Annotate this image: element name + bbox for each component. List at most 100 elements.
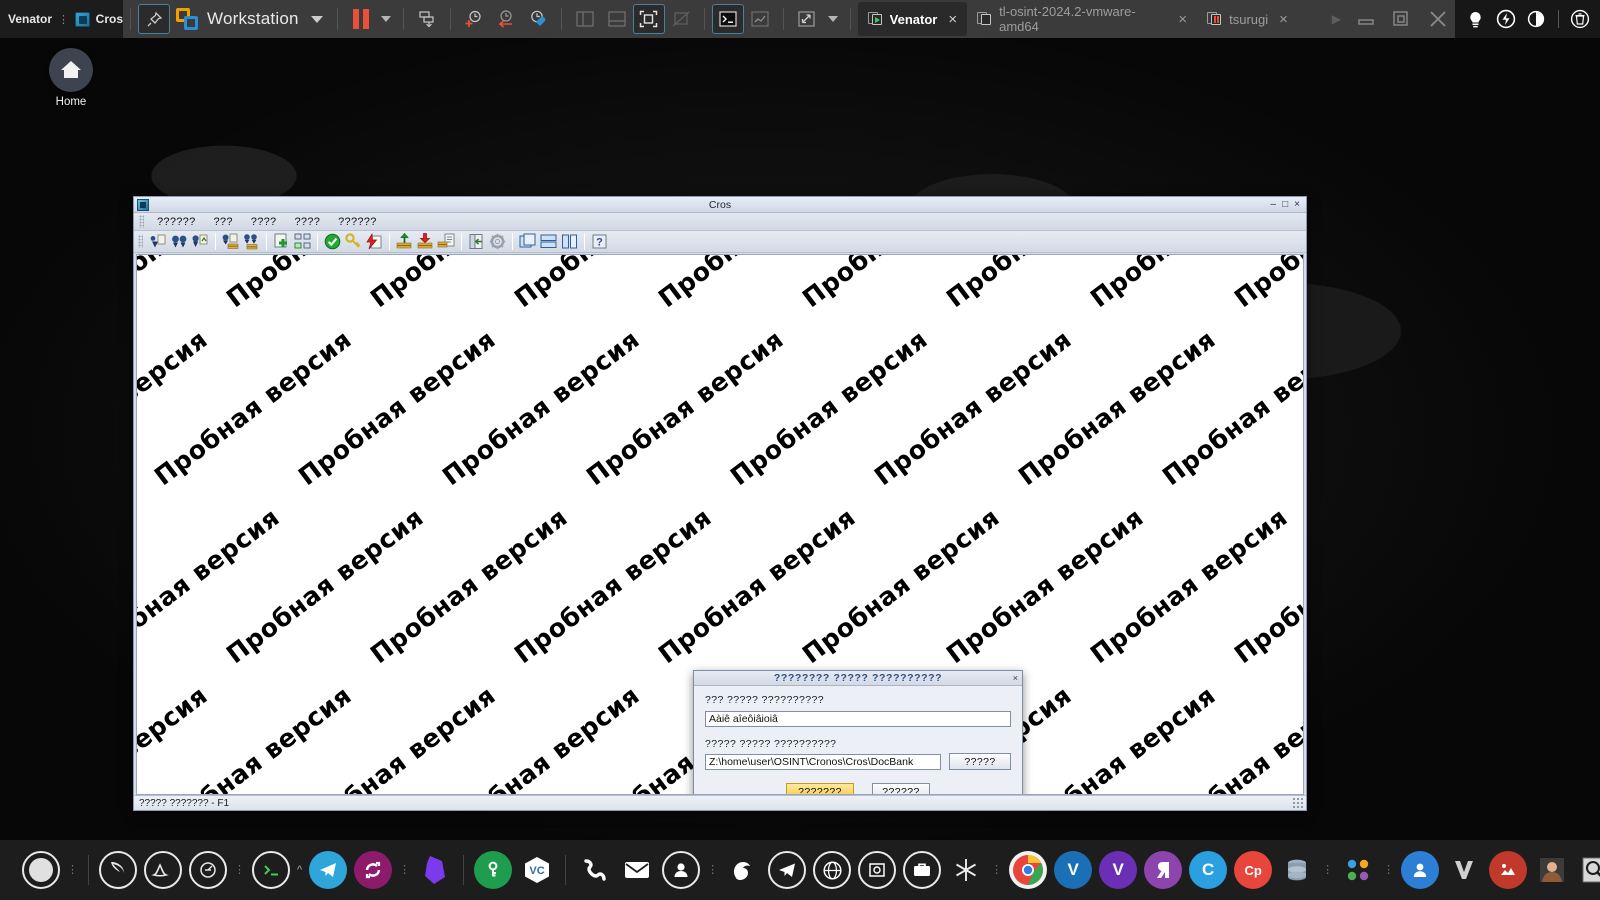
toolbar-grip[interactable] [138, 235, 143, 248]
search-record-icon[interactable] [149, 232, 168, 251]
workstation-title-group[interactable]: Workstation [176, 8, 299, 30]
globe-icon[interactable] [813, 851, 851, 889]
cros-toolbar[interactable]: ? [134, 231, 1306, 253]
show-library-icon[interactable] [569, 4, 601, 34]
terminal-caret-icon[interactable]: ^ [297, 864, 302, 876]
vm-tab-venator[interactable]: Venator × [858, 2, 967, 36]
keepass-icon[interactable] [474, 851, 512, 889]
database-icon[interactable] [1279, 852, 1315, 888]
tile-horizontal-icon[interactable] [539, 232, 558, 251]
cronos-icon[interactable]: Cр [1234, 851, 1272, 889]
vm-tab-tsurugi[interactable]: tsurugi × [1197, 2, 1298, 36]
name-input[interactable] [705, 711, 1011, 727]
parrot-icon[interactable] [189, 851, 227, 889]
pin-icon[interactable] [138, 4, 170, 34]
power-icon[interactable] [1496, 9, 1516, 29]
close-icon[interactable] [1427, 8, 1449, 30]
desktop-icon-home[interactable]: Home [36, 48, 106, 108]
sync-icon[interactable] [354, 851, 392, 889]
take-snapshot-icon[interactable] [458, 4, 490, 34]
bank-find-icon[interactable] [242, 232, 261, 251]
restore-icon[interactable] [1391, 8, 1413, 30]
resize-grip[interactable] [1292, 797, 1304, 809]
taskbar-dock[interactable]: ⋮ ⋮ ^ ⋮ [0, 840, 1600, 900]
menu-item-4[interactable]: ?????? [329, 215, 386, 229]
cros-titlebar[interactable]: Cros – □ × [134, 197, 1306, 213]
trash-icon[interactable] [1570, 9, 1590, 29]
telegram-icon[interactable] [309, 851, 347, 889]
menu-item-1[interactable]: ??? [205, 215, 242, 229]
settings-gear-icon[interactable] [488, 232, 507, 251]
minimize-icon[interactable]: – [1271, 200, 1277, 210]
confirm-icon[interactable] [323, 232, 342, 251]
add-document-bank-dialog[interactable]: ???????? ????? ?????????? × ??? ????? ??… [693, 670, 1023, 795]
telegram-alt-icon[interactable] [768, 851, 806, 889]
bank-search-icon[interactable] [221, 232, 240, 251]
close-icon[interactable]: × [1279, 11, 1288, 28]
screenshot-icon[interactable] [858, 851, 896, 889]
export-icon[interactable] [416, 232, 435, 251]
kali-icon[interactable] [99, 851, 137, 889]
firefox-dev-icon[interactable] [725, 852, 761, 888]
quick-action-icon[interactable] [365, 232, 384, 251]
terminal-icon[interactable] [252, 851, 290, 889]
new-record-icon[interactable] [272, 232, 291, 251]
ok-button[interactable]: ??????? [786, 783, 854, 795]
help-icon[interactable]: ? [590, 232, 609, 251]
dialog-close-icon[interactable]: × [1013, 673, 1018, 683]
cancel-button[interactable]: ?????? [872, 783, 930, 795]
view-dropdown-caret-icon[interactable] [828, 16, 838, 22]
stretch-guest-icon[interactable] [791, 4, 823, 34]
menu-item-0[interactable]: ?????? [148, 215, 205, 229]
obsidian-icon[interactable] [417, 852, 453, 888]
app-menu-icon[interactable] [22, 851, 60, 889]
fullscreen-icon[interactable] [633, 4, 665, 34]
cros-window[interactable]: Cros – □ × ?????? ??? ???? ???? ?????? [133, 196, 1307, 811]
photo-icon[interactable] [1534, 852, 1570, 888]
cros-menubar[interactable]: ?????? ??? ???? ???? ?????? [134, 213, 1306, 231]
manage-snapshots-icon[interactable] [522, 4, 554, 34]
snapshot-icon[interactable] [411, 4, 443, 34]
menu-item-3[interactable]: ???? [285, 215, 329, 229]
performance-chart-icon[interactable] [744, 4, 776, 34]
apps-grid-icon[interactable] [1340, 852, 1376, 888]
menubar-grip[interactable] [139, 215, 144, 228]
import-icon[interactable] [395, 232, 414, 251]
console-view-icon[interactable] [712, 4, 744, 34]
briefcase-icon[interactable] [903, 851, 941, 889]
dialog-titlebar[interactable]: ???????? ????? ?????????? × [694, 671, 1022, 686]
contacts-icon[interactable] [662, 851, 700, 889]
show-thumbnail-bar-icon[interactable] [601, 4, 633, 34]
close-icon[interactable]: × [1294, 200, 1300, 210]
mail-icon[interactable] [619, 852, 655, 888]
chrome-icon[interactable] [1009, 851, 1047, 889]
vm-tab-tl-osint[interactable]: tl-osint-2024.2-vmware-amd64 × [967, 2, 1197, 36]
vivaldi-icon[interactable]: V [1054, 851, 1092, 889]
exit-door-icon[interactable] [467, 232, 486, 251]
browse-button[interactable]: ????? [949, 753, 1011, 770]
key-icon[interactable] [344, 232, 363, 251]
image-viewer-icon[interactable] [1489, 851, 1527, 889]
brightness-icon[interactable] [1465, 9, 1485, 29]
pause-dropdown-caret-icon[interactable] [381, 16, 391, 22]
report-icon[interactable] [437, 232, 456, 251]
close-icon[interactable]: × [1178, 11, 1187, 28]
yandex-icon[interactable] [1144, 851, 1182, 889]
magnifier-icon[interactable] [1577, 852, 1600, 888]
maximize-icon[interactable]: □ [1282, 200, 1288, 210]
close-icon[interactable]: × [948, 11, 957, 28]
brave-icon[interactable]: V [1099, 851, 1137, 889]
cascade-windows-icon[interactable] [518, 232, 537, 251]
structure-icon[interactable] [293, 232, 312, 251]
overflow-caret-icon[interactable]: ▶ [1332, 12, 1341, 26]
workstation-dropdown-caret-icon[interactable] [311, 16, 323, 23]
veracrypt-icon[interactable]: VC [519, 852, 555, 888]
pause-icon[interactable] [345, 4, 377, 34]
minimize-icon[interactable] [1355, 8, 1377, 30]
cros-icon[interactable]: C [1189, 851, 1227, 889]
search-advanced-icon[interactable] [191, 232, 210, 251]
blackarch-icon[interactable] [144, 851, 182, 889]
vivaldi-alt-icon[interactable] [1446, 852, 1482, 888]
tile-vertical-icon[interactable] [560, 232, 579, 251]
user-icon[interactable] [1401, 851, 1439, 889]
